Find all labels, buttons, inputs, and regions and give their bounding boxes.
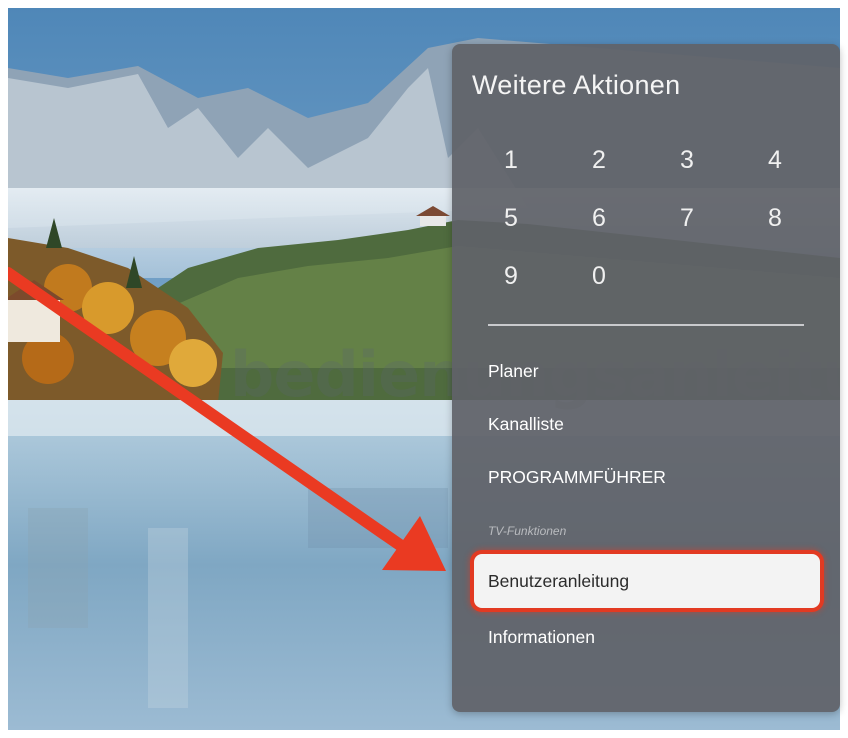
numkey-0[interactable]: 0: [570, 262, 658, 320]
section-label-tv-funktionen: TV-Funktionen: [488, 524, 567, 538]
numkey-9[interactable]: 9: [482, 262, 570, 320]
menu-item-planer[interactable]: Planer: [488, 361, 539, 382]
menu-title: Weitere Aktionen: [472, 70, 681, 100]
numkey-5[interactable]: 5: [482, 204, 570, 262]
number-pad: 1 2 3 4 5 6 7 8 9 0: [482, 146, 834, 320]
numkey-3[interactable]: 3: [658, 146, 746, 204]
menu-item-kanalliste[interactable]: Kanalliste: [488, 414, 564, 435]
menu-item-informationen[interactable]: Informationen: [488, 627, 595, 648]
menu-item-benutzeranleitung[interactable]: Benutzeranleitung: [474, 554, 820, 608]
numkey-4[interactable]: 4: [746, 146, 834, 204]
numkey-2[interactable]: 2: [570, 146, 658, 204]
numkey-1[interactable]: 1: [482, 146, 570, 204]
menu-divider: [488, 324, 804, 326]
more-actions-menu: Weitere Aktionen 1 2 3 4 5 6 7 8 9 0 Pla…: [452, 44, 840, 712]
numkey-6[interactable]: 6: [570, 204, 658, 262]
numkey-8[interactable]: 8: [746, 204, 834, 262]
menu-item-programmfuehrer[interactable]: PROGRAMMFÜHRER: [488, 467, 666, 488]
numkey-7[interactable]: 7: [658, 204, 746, 262]
menu-item-benutzeranleitung-label: Benutzeranleitung: [488, 571, 630, 591]
